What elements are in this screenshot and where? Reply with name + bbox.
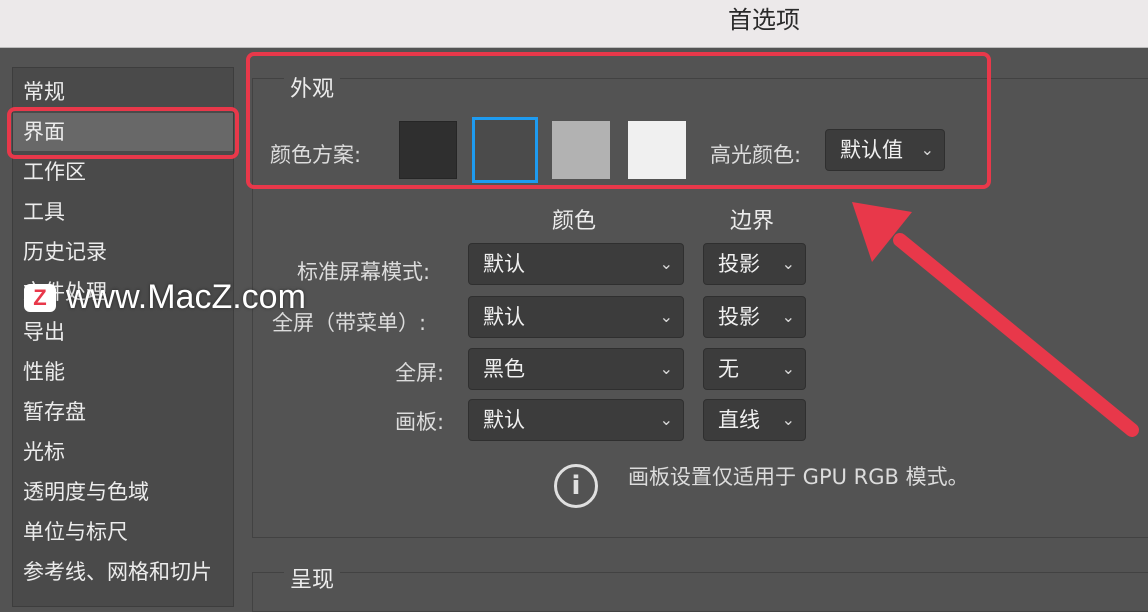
annotation-arrow (852, 202, 1139, 437)
